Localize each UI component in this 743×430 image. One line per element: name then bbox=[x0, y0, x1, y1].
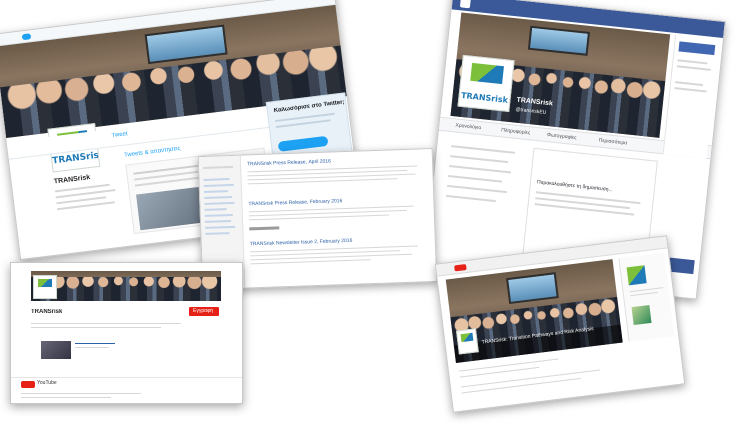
youtube-channel-screenshot: TRANSrisk Εγγραφή YouTube bbox=[10, 262, 243, 404]
newsletter-item[interactable]: TRANSrisk Newsletter Issue 2, February 2… bbox=[250, 235, 431, 281]
youtube-logo-icon bbox=[21, 381, 35, 388]
twitter-tweets-stat[interactable]: Tweet bbox=[111, 131, 128, 139]
newsletter-item-title[interactable]: TRANSrisk Press Release, Αpril 2016 bbox=[247, 158, 331, 167]
facebook-right-rail bbox=[662, 34, 719, 159]
facebook-tab-timeline[interactable]: Χρονολόγιο bbox=[455, 122, 481, 131]
facebook-left-column bbox=[434, 138, 528, 272]
twitter-profile-name: TRANSrisk bbox=[53, 174, 91, 186]
yt-video-logo bbox=[456, 328, 479, 355]
newsletter-item[interactable]: TRANSrisk Press Release, Αpril 2016 bbox=[247, 155, 428, 199]
yt-video-sidebar bbox=[618, 252, 675, 342]
newsletter-item-title[interactable]: TRANSrisk Newsletter Issue 2, February 2… bbox=[250, 238, 353, 248]
youtube-logo-text: YouTube bbox=[37, 380, 57, 386]
newsletter-list: TRANSrisk Press Release, Αpril 2016 TRAN… bbox=[247, 155, 431, 283]
twitter-tweets-tab[interactable]: Tweets & απαντήσεις bbox=[124, 146, 181, 159]
facebook-tab-about[interactable]: Πληροφορίες bbox=[501, 127, 531, 136]
facebook-post-text: Παρακολουθήστε τη δημοσίευση... bbox=[536, 179, 614, 194]
youtube-video-screenshot: TRANSrisk: Transition Pathways and Risk … bbox=[434, 235, 686, 413]
facebook-tab-more[interactable]: Περισσότερα bbox=[598, 138, 627, 147]
youtube-channel-banner bbox=[31, 271, 221, 301]
facebook-page-logo: TRANSrisk bbox=[457, 54, 515, 112]
youtube-channel-name: TRANSrisk bbox=[31, 309, 63, 315]
twitter-bird-icon bbox=[21, 33, 32, 41]
youtube-footer: YouTube bbox=[11, 377, 242, 389]
facebook-tab-photos[interactable]: Φωτογραφίες bbox=[547, 132, 577, 141]
youtube-subscribe-button[interactable]: Εγγραφή bbox=[189, 307, 219, 316]
twitter-signup-button[interactable] bbox=[277, 135, 329, 152]
newsletter-item-title[interactable]: TRANSrisk Press Release, February 2016 bbox=[248, 198, 342, 207]
newsletter-item[interactable]: TRANSrisk Press Release, February 2016 bbox=[248, 195, 429, 239]
youtube-channel-logo bbox=[33, 275, 57, 299]
facebook-logo-icon bbox=[459, 0, 471, 9]
youtube-video-thumbnail[interactable] bbox=[41, 341, 71, 359]
facebook-like-button[interactable] bbox=[678, 41, 716, 56]
youtube-logo-icon bbox=[454, 264, 467, 272]
